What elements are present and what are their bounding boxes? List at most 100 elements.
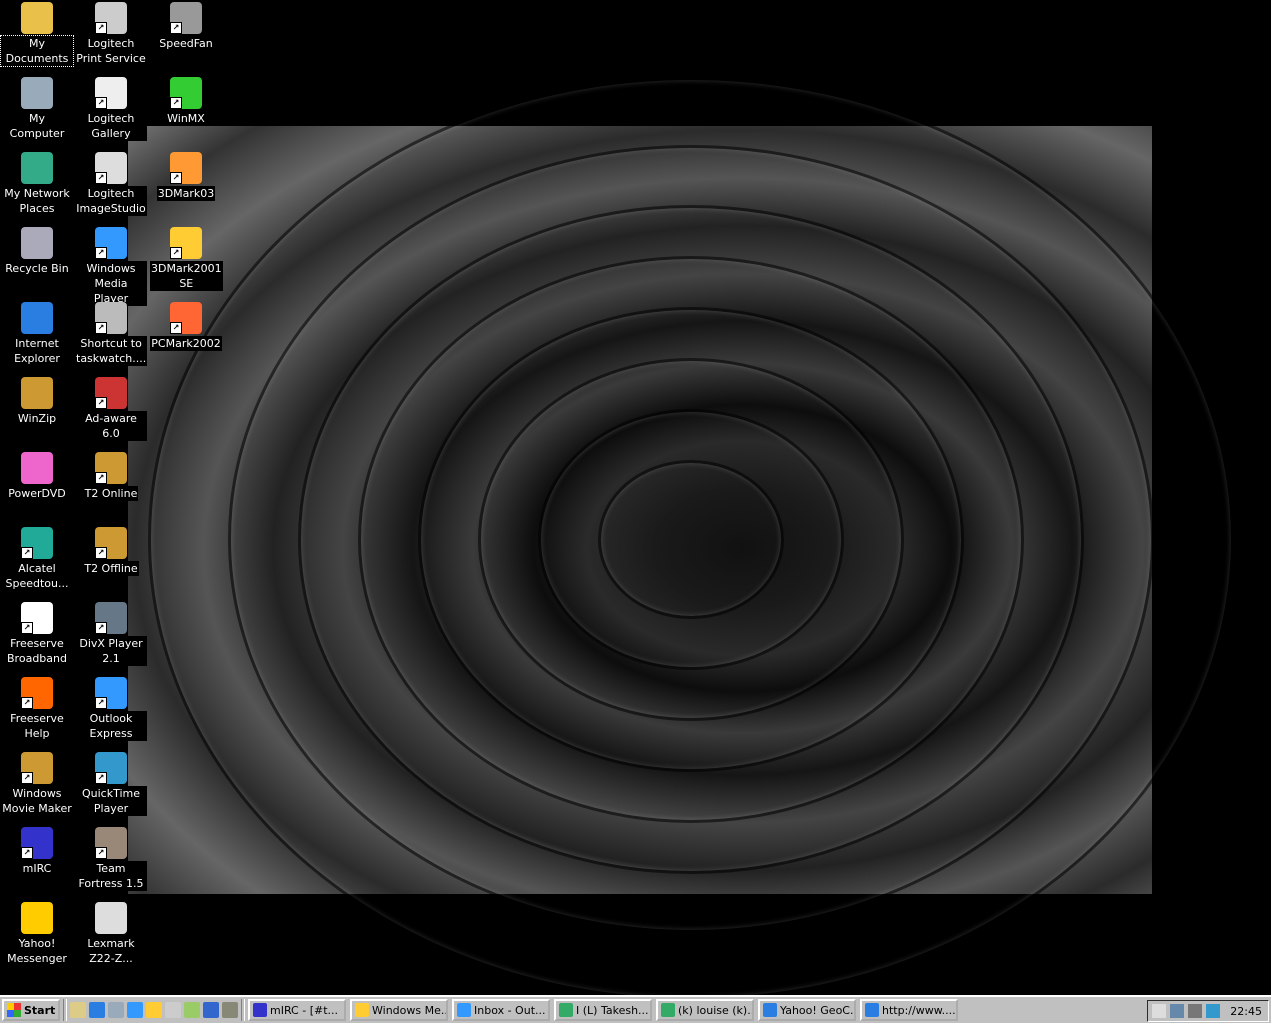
task-buttons: mIRC - [#t... Windows Me... Inbox - Out...…: [248, 999, 962, 1021]
dvd-icon: [21, 452, 53, 484]
divx-icon: ↗: [95, 602, 127, 634]
desktop-icon-label: Shortcut to taskwatch....: [75, 336, 148, 366]
desktop-icon[interactable]: ↗ 3DMark03: [150, 152, 222, 201]
network-tray-icon[interactable]: [1170, 1004, 1184, 1018]
desktop-icon[interactable]: Recycle Bin: [1, 227, 73, 276]
wallpaper-ripple: [148, 77, 1234, 1001]
desktop-icon-label: T2 Online: [83, 486, 139, 501]
desktop-icon[interactable]: ↗ Windows Movie Maker: [1, 752, 73, 816]
desktop-icon[interactable]: ↗ mIRC: [1, 827, 73, 876]
camera-icon: ↗: [95, 2, 127, 34]
outlook-icon[interactable]: [127, 1002, 143, 1018]
pen-icon[interactable]: [184, 1002, 200, 1018]
desktop-icon[interactable]: ↗ SpeedFan: [150, 2, 222, 51]
ie-icon: [21, 302, 53, 334]
desktop-icon[interactable]: ↗ Shortcut to taskwatch....: [75, 302, 148, 366]
taskbar-separator: [63, 999, 67, 1021]
shortcut-arrow-icon: ↗: [21, 547, 33, 559]
modem-icon: ↗: [21, 527, 53, 559]
wallpaper-swirl-image: [128, 77, 1234, 1001]
task-button-label: http://www....: [882, 1003, 956, 1017]
desktop-icon-label: Outlook Express: [75, 711, 147, 741]
shortcut-arrow-icon: ↗: [170, 22, 182, 34]
connection-tray-icon[interactable]: [1206, 1004, 1220, 1018]
start-label: Start: [24, 1003, 56, 1017]
task-button[interactable]: (k) louise (k)...: [656, 999, 754, 1021]
desktop[interactable]: My Documents My Computer My Network Places…: [0, 0, 1271, 1001]
desktop-icon[interactable]: ↗ Freeserve Broadband: [1, 602, 73, 666]
desktop-icon[interactable]: ↗ Freeserve Help: [1, 677, 73, 741]
tf-icon: ↗: [95, 827, 127, 859]
desktop-icon[interactable]: ↗ Team Fortress 1.5: [75, 827, 147, 891]
desktop-icon[interactable]: ↗ Windows Media Player: [75, 227, 147, 306]
recycle-bin-icon: [21, 227, 53, 259]
shortcut-arrow-icon: ↗: [95, 397, 107, 409]
t2-icon: ↗: [95, 452, 127, 484]
show-desktop-icon[interactable]: [70, 1002, 86, 1018]
settings-icon[interactable]: [222, 1002, 238, 1018]
task-button[interactable]: I (L) Takesh...: [554, 999, 652, 1021]
desktop-icon[interactable]: My Network Places: [1, 152, 73, 216]
desktop-icon[interactable]: ↗ Logitech ImageStudio: [75, 152, 147, 216]
desktop-icon-label: Windows Movie Maker: [1, 786, 73, 816]
desktop-icon-label: Windows Media Player: [75, 261, 147, 306]
desktop-icon[interactable]: ↗ Outlook Express: [75, 677, 147, 741]
start-button[interactable]: Start: [2, 999, 60, 1021]
desktop-icon[interactable]: ↗ DivX Player 2.1: [75, 602, 147, 666]
shortcut-arrow-icon: ↗: [21, 622, 33, 634]
desktop-icon[interactable]: ↗ T2 Offline: [75, 527, 147, 576]
desktop-icon[interactable]: ↗ Alcatel Speedtou...: [1, 527, 73, 591]
desktop-icon[interactable]: Internet Explorer: [1, 302, 73, 366]
desktop-icon-label: Team Fortress 1.5: [75, 861, 147, 891]
shortcut-arrow-icon: ↗: [95, 472, 107, 484]
desktop-icon[interactable]: WinZip: [1, 377, 73, 426]
desktop-icon-label: Logitech ImageStudio: [75, 186, 147, 216]
network-icon: [21, 152, 53, 184]
task-button[interactable]: Yahoo! GeoC...: [758, 999, 856, 1021]
adaware-icon: ↗: [95, 377, 127, 409]
desktop-icon-label: Recycle Bin: [4, 261, 70, 276]
desktop-icon[interactable]: ↗ Logitech Gallery: [75, 77, 147, 141]
quick-launch-bar: [70, 1002, 238, 1018]
desktop-icon[interactable]: ↗ T2 Online: [75, 452, 147, 501]
desktop-icon[interactable]: ↗ Logitech Print Service: [75, 2, 147, 66]
winzip-icon: [21, 377, 53, 409]
desktop-icon-label: T2 Offline: [83, 561, 139, 576]
shortcut-arrow-icon: ↗: [170, 322, 182, 334]
winmx-icon: ↗: [170, 77, 202, 109]
my-computer-icon[interactable]: [108, 1002, 124, 1018]
compass-icon[interactable]: [203, 1002, 219, 1018]
outlook-icon: [457, 1003, 471, 1017]
task-button-label: Yahoo! GeoC...: [780, 1003, 856, 1017]
ie-icon[interactable]: [89, 1002, 105, 1018]
desktop-icon[interactable]: My Computer: [1, 77, 73, 141]
volume-icon[interactable]: [1152, 1004, 1166, 1018]
media-player-icon[interactable]: [146, 1002, 162, 1018]
desktop-icon-label: Logitech Print Service: [75, 36, 147, 66]
taskwatch-tray-icon[interactable]: [1188, 1004, 1202, 1018]
desktop-icon-label: Yahoo! Messenger: [1, 936, 73, 966]
desktop-icon[interactable]: ↗ WinMX: [150, 77, 222, 126]
task-button[interactable]: mIRC - [#t...: [248, 999, 346, 1021]
task-button[interactable]: http://www....: [860, 999, 958, 1021]
desktop-icon[interactable]: ↗ Ad-aware 6.0: [75, 377, 147, 441]
desktop-icon[interactable]: My Documents: [0, 2, 74, 67]
shortcut-arrow-icon: ↗: [170, 172, 182, 184]
desktop-icon[interactable]: ↗ QuickTime Player: [75, 752, 147, 816]
desktop-icon[interactable]: Lexmark Z22-Z...: [75, 902, 147, 966]
desktop-icon-label: PowerDVD: [7, 486, 67, 501]
desktop-icon[interactable]: ↗ 3DMark2001 SE: [150, 227, 223, 291]
desktop-icon[interactable]: ↗ PCMark2002: [150, 302, 222, 351]
tray-icons: [1152, 1004, 1220, 1018]
shortcut-arrow-icon: ↗: [95, 97, 107, 109]
task-button[interactable]: Windows Me...: [350, 999, 448, 1021]
task-button[interactable]: Inbox - Out...: [452, 999, 550, 1021]
desktop-icon-label: My Documents: [0, 35, 74, 67]
clock[interactable]: 22:45: [1230, 1005, 1262, 1018]
desktop-icon[interactable]: Yahoo! Messenger: [1, 902, 73, 966]
shortcut-arrow-icon: ↗: [21, 847, 33, 859]
desktop-icon-label: 3DMark03: [156, 186, 216, 201]
desktop-icon[interactable]: PowerDVD: [1, 452, 73, 501]
help-icon[interactable]: [165, 1002, 181, 1018]
desktop-icon-label: Freeserve Broadband: [1, 636, 73, 666]
